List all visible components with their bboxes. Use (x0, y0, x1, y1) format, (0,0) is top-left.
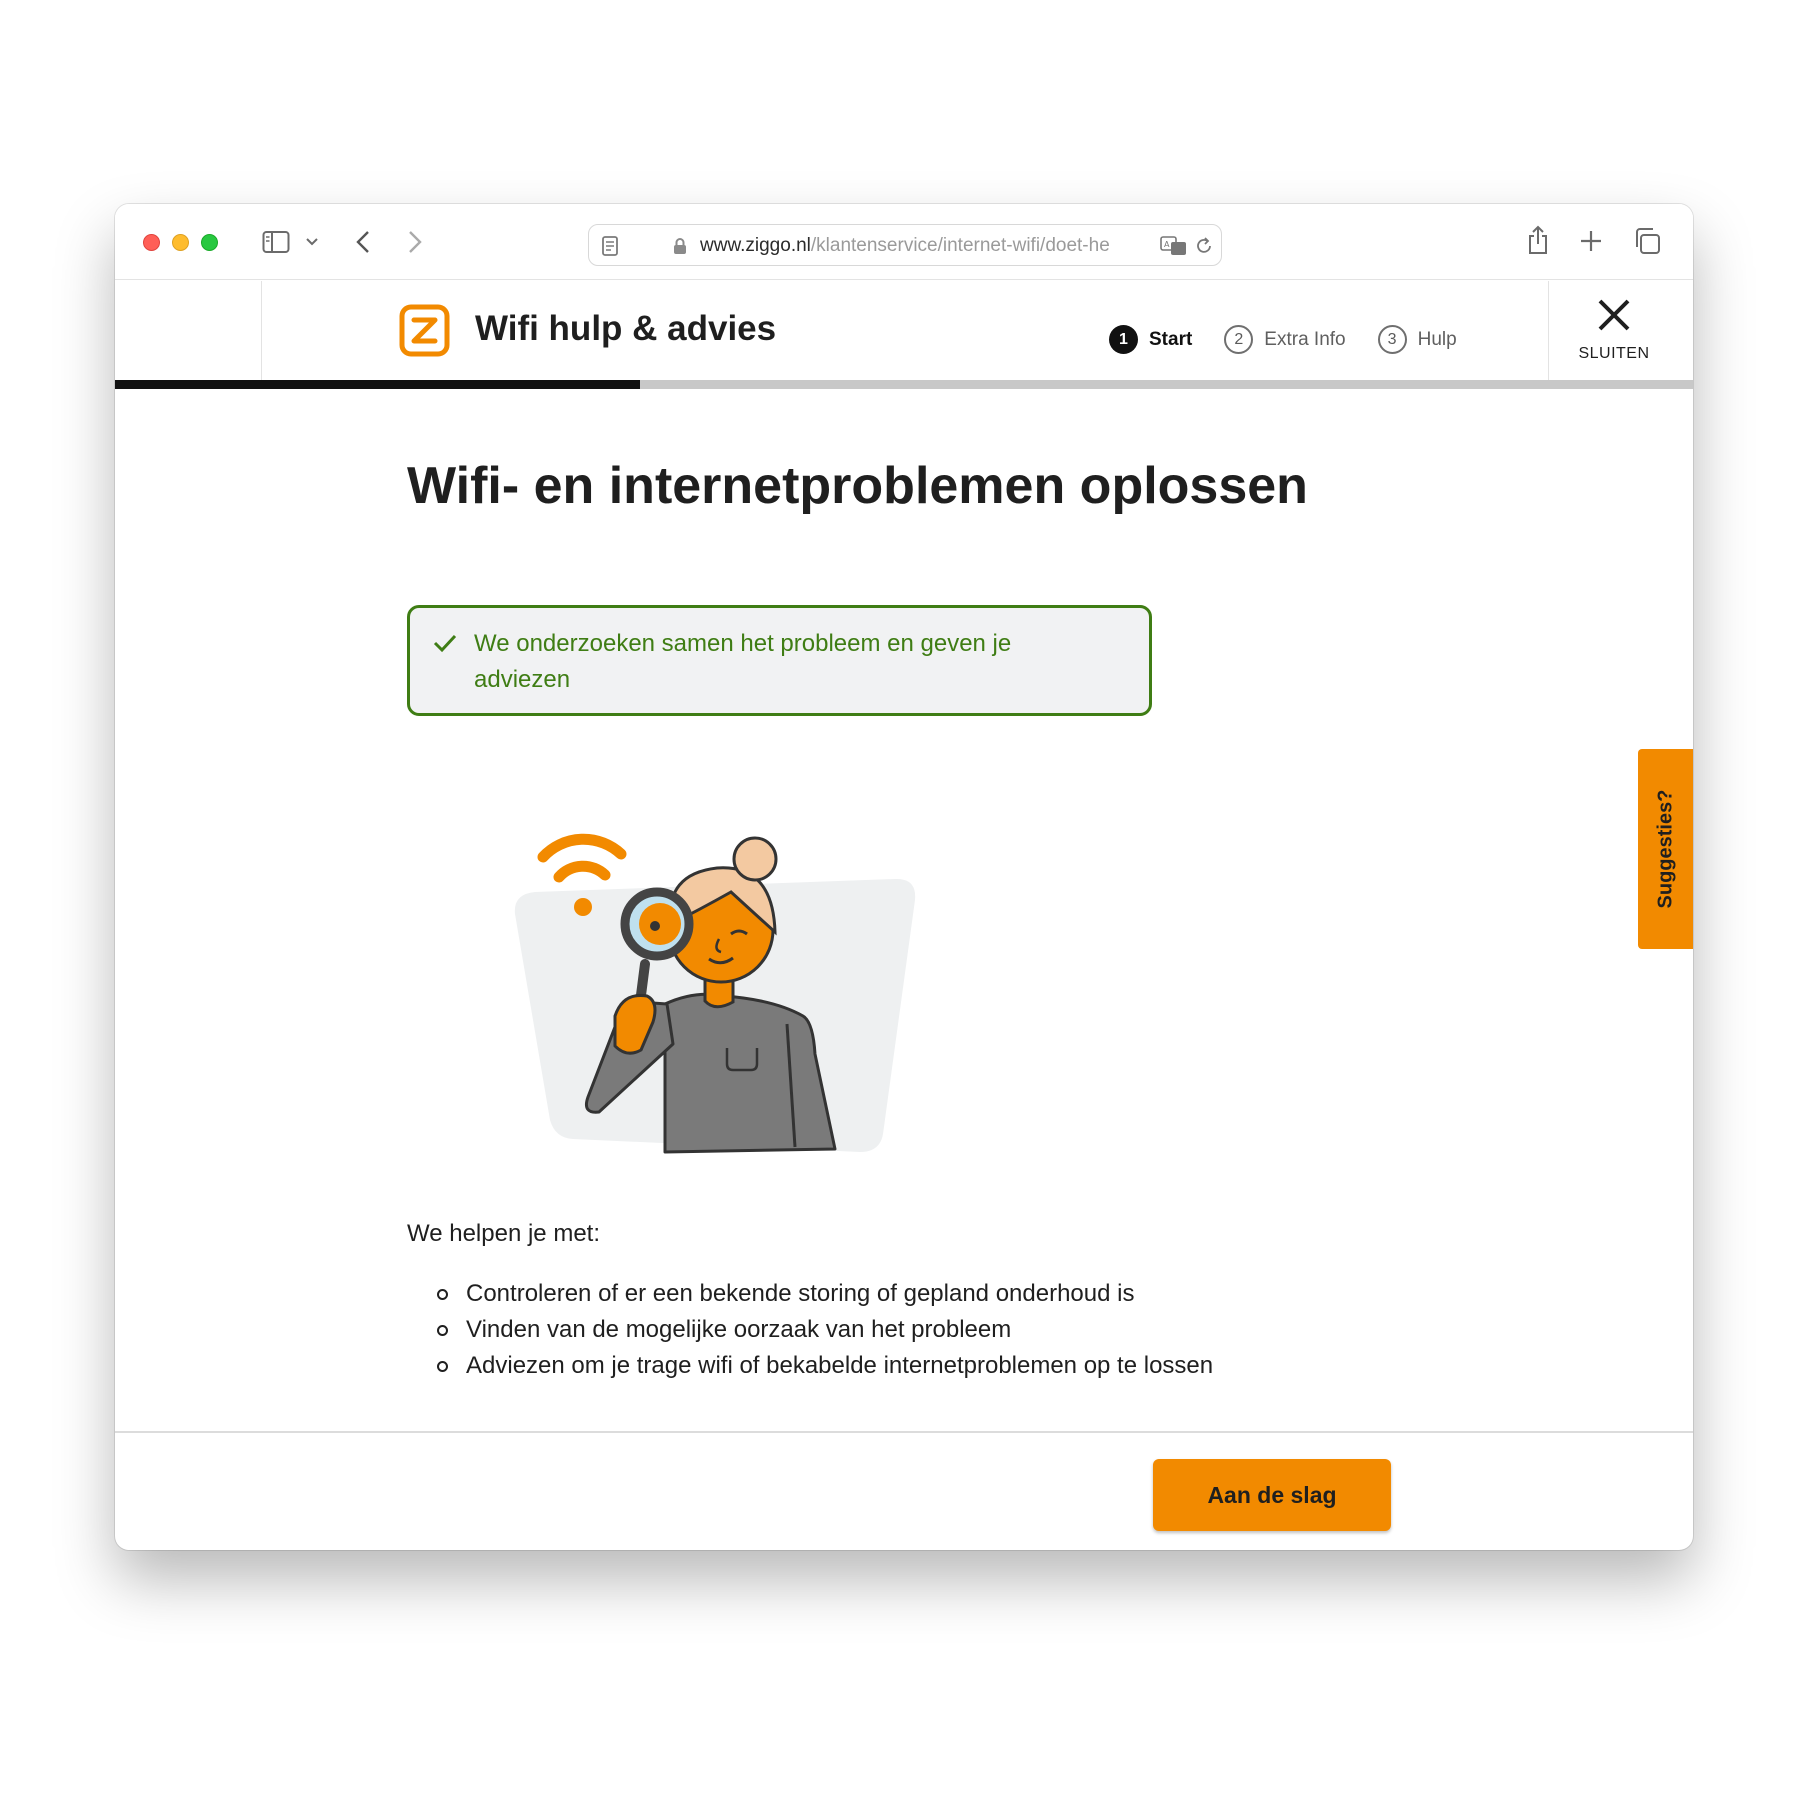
tabs-overview-icon[interactable] (1632, 227, 1662, 255)
address-bar[interactable]: www.ziggo.nl/klantenservice/internet-wif… (588, 224, 1222, 266)
url-host: www.ziggo.nl (700, 235, 811, 256)
page-title: Wifi- en internetproblemen oplossen (407, 457, 1308, 515)
help-list: Controleren of er een bekende storing of… (437, 1276, 1213, 1384)
page-menu-icon[interactable] (600, 235, 620, 257)
step-label: Extra Info (1264, 328, 1346, 350)
reload-icon[interactable] (1193, 235, 1215, 257)
share-icon[interactable] (1524, 224, 1552, 256)
step-label: Start (1149, 328, 1193, 350)
chevron-left-icon[interactable] (353, 228, 373, 256)
plus-icon[interactable] (1578, 228, 1604, 254)
step-hulp: 3 Hulp (1377, 325, 1457, 354)
info-notice: We onderzoeken samen het probleem en gev… (407, 605, 1152, 716)
suggestions-tab[interactable]: Suggesties? (1638, 749, 1693, 949)
get-started-button[interactable]: Aan de slag (1153, 1459, 1391, 1531)
header-divider (261, 281, 262, 380)
footer-divider (115, 1431, 1693, 1433)
progress-fill (115, 380, 641, 389)
list-item: Vinden van de mogelijke oorzaak van het … (437, 1312, 1213, 1348)
window-controls (143, 234, 218, 251)
notice-text: We onderzoeken samen het probleem en gev… (474, 630, 1012, 693)
lock-icon (672, 237, 688, 255)
suggestions-label: Suggesties? (1654, 789, 1677, 909)
translate-icon[interactable]: A (1160, 234, 1188, 258)
close-label: SLUITEN (1578, 345, 1650, 362)
minimize-window-button[interactable] (172, 234, 189, 251)
brand-title: Wifi hulp & advies (475, 309, 777, 348)
svg-text:A: A (1164, 240, 1170, 249)
woman-magnifier-illustration (455, 764, 935, 1164)
check-icon (432, 632, 458, 659)
close-window-button[interactable] (143, 234, 160, 251)
browser-toolbar: www.ziggo.nl/klantenservice/internet-wif… (115, 204, 1693, 280)
browser-window: www.ziggo.nl/klantenservice/internet-wif… (115, 204, 1693, 1550)
chevron-down-icon[interactable] (304, 234, 320, 250)
list-item: Adviezen om je trage wifi of bekabelde i… (437, 1348, 1213, 1384)
url-text[interactable]: www.ziggo.nl/klantenservice/internet-wif… (700, 235, 1152, 257)
close-button[interactable]: SLUITEN (1549, 281, 1679, 380)
url-path: /klantenservice/internet-wifi/doet-he (810, 235, 1110, 256)
zoom-window-button[interactable] (201, 234, 218, 251)
list-item: Controleren of er een bekende storing of… (437, 1276, 1213, 1312)
close-icon (1596, 297, 1632, 338)
step-extra-info: 2 Extra Info (1224, 325, 1346, 354)
chevron-right-icon[interactable] (405, 228, 425, 256)
step-number: 2 (1224, 325, 1254, 354)
sidebar-toggle-icon[interactable] (261, 229, 291, 255)
step-indicator: 1 Start 2 Extra Info 3 Hulp (1109, 325, 1489, 354)
intro-text: We helpen je met: (407, 1220, 600, 1247)
ziggo-logo[interactable] (399, 304, 450, 357)
step-number: 1 (1109, 325, 1138, 354)
step-label: Hulp (1417, 328, 1457, 350)
progress-bar (115, 380, 1693, 389)
step-start: 1 Start (1109, 325, 1192, 354)
step-number: 3 (1377, 325, 1407, 354)
